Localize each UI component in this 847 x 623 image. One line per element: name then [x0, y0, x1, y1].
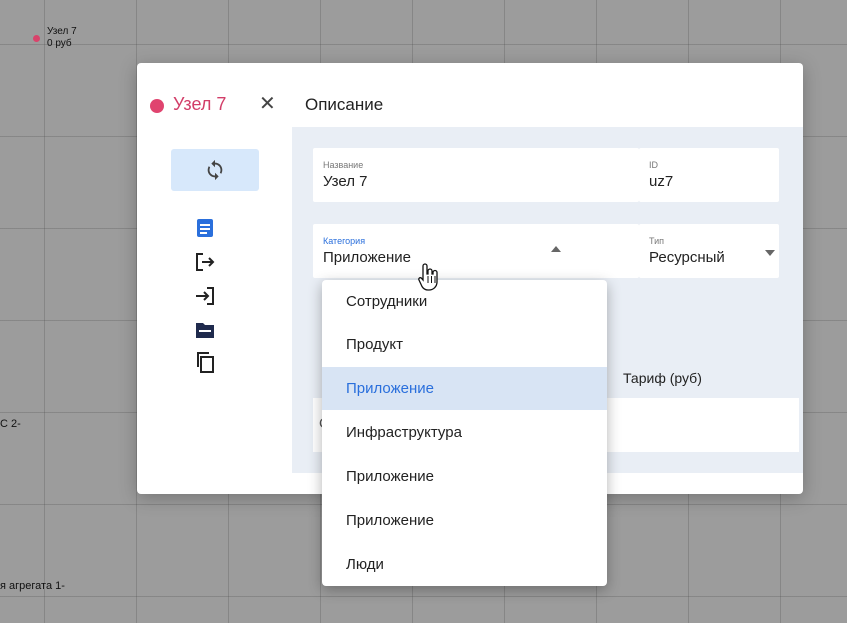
type-select[interactable]: Тип Ресурсный [639, 224, 779, 278]
dialog-sidebar [137, 127, 289, 494]
dialog-title: Узел 7 [173, 94, 227, 114]
name-field-value: Узел 7 [323, 173, 368, 190]
document-button[interactable] [192, 215, 218, 241]
id-field-label: ID [649, 160, 658, 170]
dropdown-option[interactable]: Приложение [322, 455, 607, 498]
expand-arrow-icon [765, 250, 775, 256]
canvas-label: С 2- [0, 418, 21, 430]
canvas-label: я агрегата 1- [0, 580, 65, 592]
category-select-label: Категория [323, 236, 366, 246]
dropdown-option[interactable]: Люди [322, 543, 607, 586]
canvas-node-cost: 0 руб [47, 38, 72, 49]
section-title: Описание [305, 95, 384, 114]
document-icon [197, 219, 213, 237]
canvas-node[interactable]: Узел 7 0 руб [33, 26, 77, 50]
sync-button[interactable] [171, 149, 259, 191]
export-button[interactable] [192, 249, 218, 275]
canvas-node-name: Узел 7 [47, 26, 77, 37]
export-icon [196, 253, 215, 271]
type-select-value: Ресурсный [649, 249, 725, 266]
copy-icon [197, 352, 214, 373]
category-select-value: Приложение [323, 249, 411, 266]
dropdown-option[interactable]: Продукт [322, 323, 607, 366]
sync-icon [207, 159, 223, 181]
type-select-label: Тип [649, 236, 665, 246]
node-dot [33, 35, 40, 42]
collapse-arrow-icon [551, 246, 561, 252]
name-field-label: Название [323, 160, 364, 170]
close-button[interactable]: ✕ [259, 93, 276, 115]
id-field-value: uz7 [649, 173, 674, 190]
tariff-label: Тариф (руб) [623, 370, 702, 386]
dropdown-option-selected[interactable]: Приложение [322, 367, 607, 410]
category-dropdown: Сотрудники Продукт Приложение Инфраструк… [322, 280, 607, 586]
category-select[interactable]: Категория Приложение [313, 224, 639, 278]
folder-button[interactable] [192, 317, 218, 343]
name-field[interactable]: Название Узел 7 [313, 148, 639, 202]
folder-icon [196, 323, 214, 338]
node-color-dot [150, 99, 164, 113]
dropdown-option[interactable]: Инфраструктура [322, 411, 607, 454]
import-icon [196, 287, 214, 305]
dialog-header: Узел 7 ✕ Описание [137, 63, 803, 127]
id-field[interactable]: ID uz7 [639, 148, 779, 202]
dropdown-option[interactable]: Сотрудники [322, 280, 607, 323]
dropdown-option[interactable]: Приложение [322, 499, 607, 542]
hand-cursor-icon [418, 263, 438, 291]
copy-button[interactable] [192, 349, 218, 375]
import-button[interactable] [192, 283, 218, 309]
